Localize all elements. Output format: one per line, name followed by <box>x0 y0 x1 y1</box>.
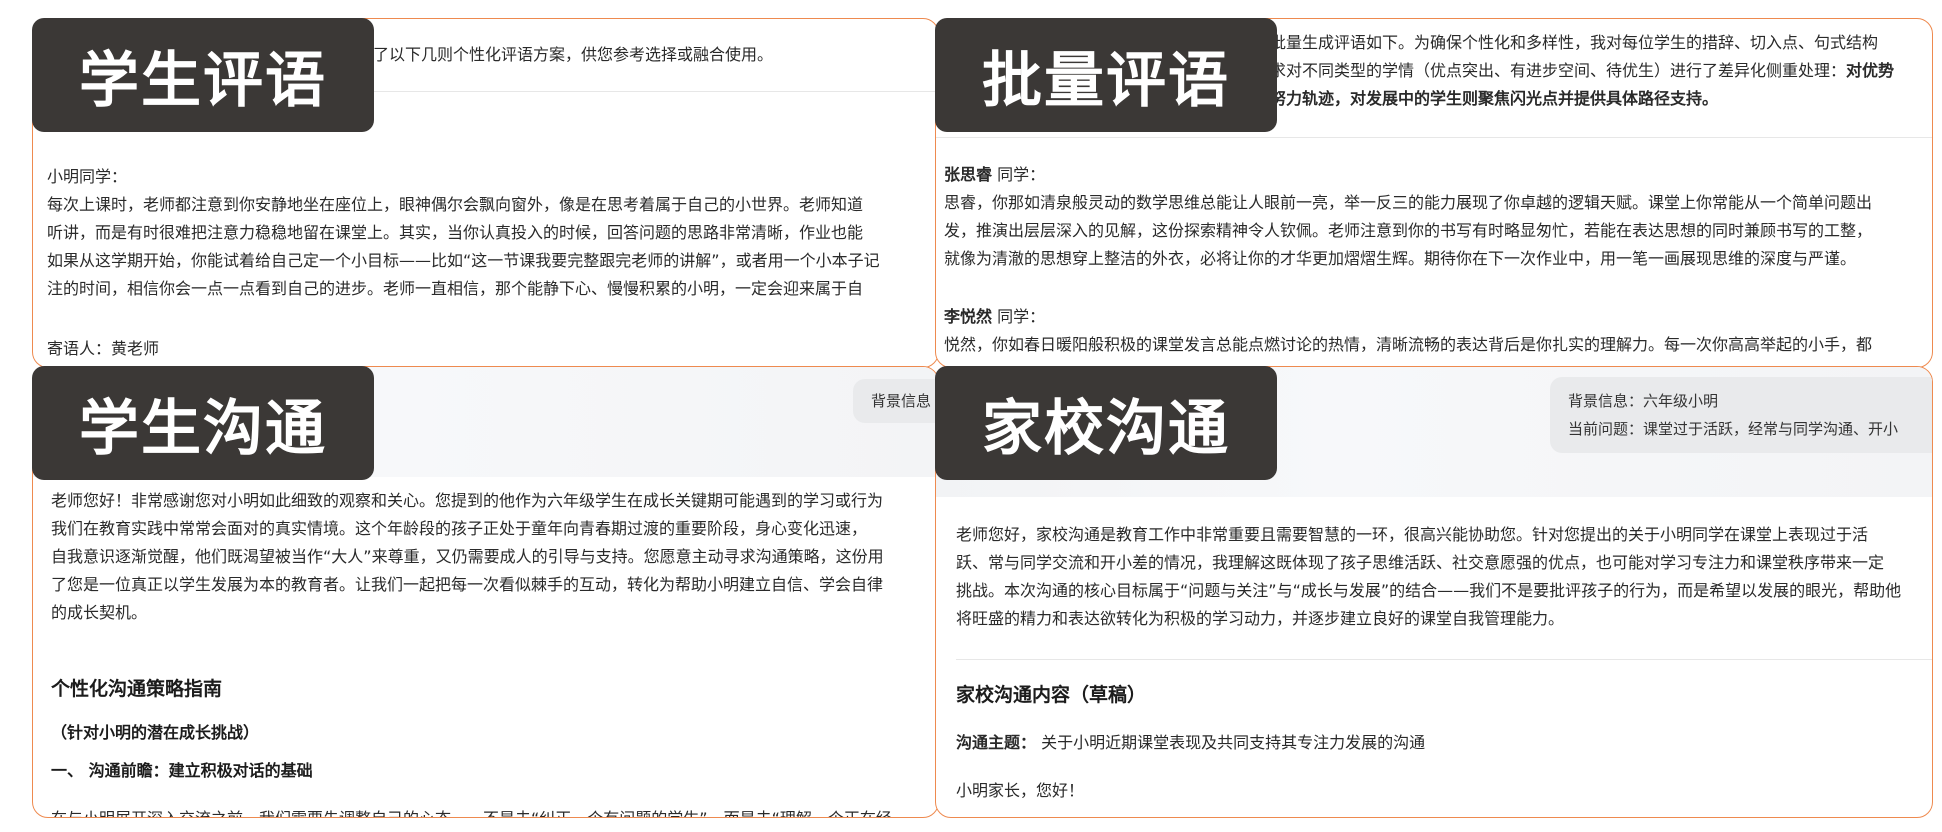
reply-line: 了您是一位真正以学生发展为本的教育者。让我们一起把每一次看似棘手的互动，转化为帮… <box>51 575 884 594</box>
comment-line: 悦然，你如春日暖阳般积极的课堂发言总能点燃讨论的热情，清晰流畅的表达背后是你扎实… <box>944 335 1873 354</box>
comment-line: 每次上课时，老师都注意到你安静地坐在座位上，眼神偶尔会飘向窗外，像是在思考着属于… <box>47 195 864 214</box>
reply-line: 我们在教育实践中常常会面对的真实情境。这个年龄段的孩子正处于童年向青春期过渡的重… <box>51 519 868 538</box>
reply-line: 将旺盛的精力和表达欲转化为积极的学习动力，并逐步建立良好的课堂自我管理能力。 <box>956 609 1565 628</box>
section-heading: 一、 沟通前瞻：建立积极对话的基础 <box>51 761 313 780</box>
intro-line: 努力轨迹，对发展中的学生则聚焦闪光点并提供具体路径支持。 <box>1270 89 1719 108</box>
batch-comment-tag: 批量评语 <box>935 18 1277 132</box>
background-info-bubble[interactable]: 背景信息：六年级小明 当前问题：课堂过于活跃，经常与同学沟通、开小 <box>1550 377 1932 453</box>
comment-line: 发，推演出层层深入的见解，这份探索精神令人钦佩。老师注意到你的书写有时略显匆忙，… <box>944 221 1873 240</box>
reply-line: 自我意识逐渐觉醒，他们既渴望被当作“大人”来尊重，又仍需要成人的引导与支持。您愿… <box>51 547 884 566</box>
reply-line: 在与小明展开深入交流之前，我们需要先调整自己的心态——不是去“纠正一个有问题的学… <box>51 805 892 817</box>
student-heading: 张思睿 同学： <box>944 165 1046 184</box>
divider <box>936 137 1932 138</box>
topic-line: 沟通主题： 关于小明近期课堂表现及共同支持其专注力发展的沟通 <box>956 733 1426 752</box>
divider <box>956 659 1932 660</box>
intro-line: 批量生成评语如下。为确保个性化和多样性，我对每位学生的措辞、切入点、句式结构 <box>1270 33 1879 52</box>
comment-line: 听讲，而是有时很难把注意力稳稳地留在课堂上。其实，当你认真投入的时候，回答问题的… <box>47 223 864 242</box>
reply-line: 的成长契机。 <box>51 603 148 622</box>
salutation: 小明家长，您好！ <box>956 781 1085 800</box>
guide-subheading: （针对小明的潜在成长挑战） <box>51 723 260 742</box>
comment-line: 如果从这学期开始，你能试着给自己定一个小目标——比如“这一节课我要完整跟完老师的… <box>47 251 880 270</box>
reply-line: 老师您好，家校沟通是教育工作中非常重要且需要智慧的一环，很高兴能协助您。针对您提… <box>956 525 1869 544</box>
reply-line: 跃、常与同学交流和开小差的情况，我理解这既体现了孩子思维活跃、社交意愿强的优点，… <box>956 553 1885 572</box>
draft-heading: 家校沟通内容（草稿） <box>956 684 1147 706</box>
reply-line: 挑战。本次沟通的核心目标属于“问题与关注”与“成长与发展”的结合——我们不是要批… <box>956 581 1902 600</box>
reply-line: 老师您好！非常感谢您对小明如此细致的观察和关心。您提到的他作为六年级学生在成长关… <box>51 491 884 510</box>
guide-heading: 个性化沟通策略指南 <box>51 678 223 700</box>
comment-line: 注的时间，相信你会一点一点看到自己的进步。老师一直相信，那个能静下心、慢慢积累的… <box>47 279 864 298</box>
background-info-bubble[interactable]: 背景信息 <box>853 379 938 423</box>
intro-line: 求对不同类型的学情（优点突出、有进步空间、待优生）进行了差异化侧重处理：对优势 <box>1270 61 1895 80</box>
bubble-line: 当前问题：课堂过于活跃，经常与同学沟通、开小 <box>1568 420 1899 438</box>
home-school-tag: 家校沟通 <box>935 366 1277 480</box>
intro-text: 了以下几则个性化评语方案，供您参考选择或融合使用。 <box>373 45 774 64</box>
student-communication-tag: 学生沟通 <box>32 366 374 480</box>
greeting: 小明同学： <box>47 167 128 186</box>
comment-line: 思睿，你那如清泉般灵动的数学思维总能让人眼前一亮，举一反三的能力展现了你卓越的逻… <box>944 193 1873 212</box>
student-comment-tag: 学生评语 <box>32 18 374 132</box>
comment-line: 就像为清澈的思想穿上整洁的外衣，必将让你的才华更加熠熠生辉。期待你在下一次作业中… <box>944 249 1857 268</box>
signature: 寄语人：黄老师 <box>47 339 160 358</box>
student-heading: 李悦然 同学： <box>944 307 1046 326</box>
bubble-line: 背景信息：六年级小明 <box>1568 392 1719 410</box>
